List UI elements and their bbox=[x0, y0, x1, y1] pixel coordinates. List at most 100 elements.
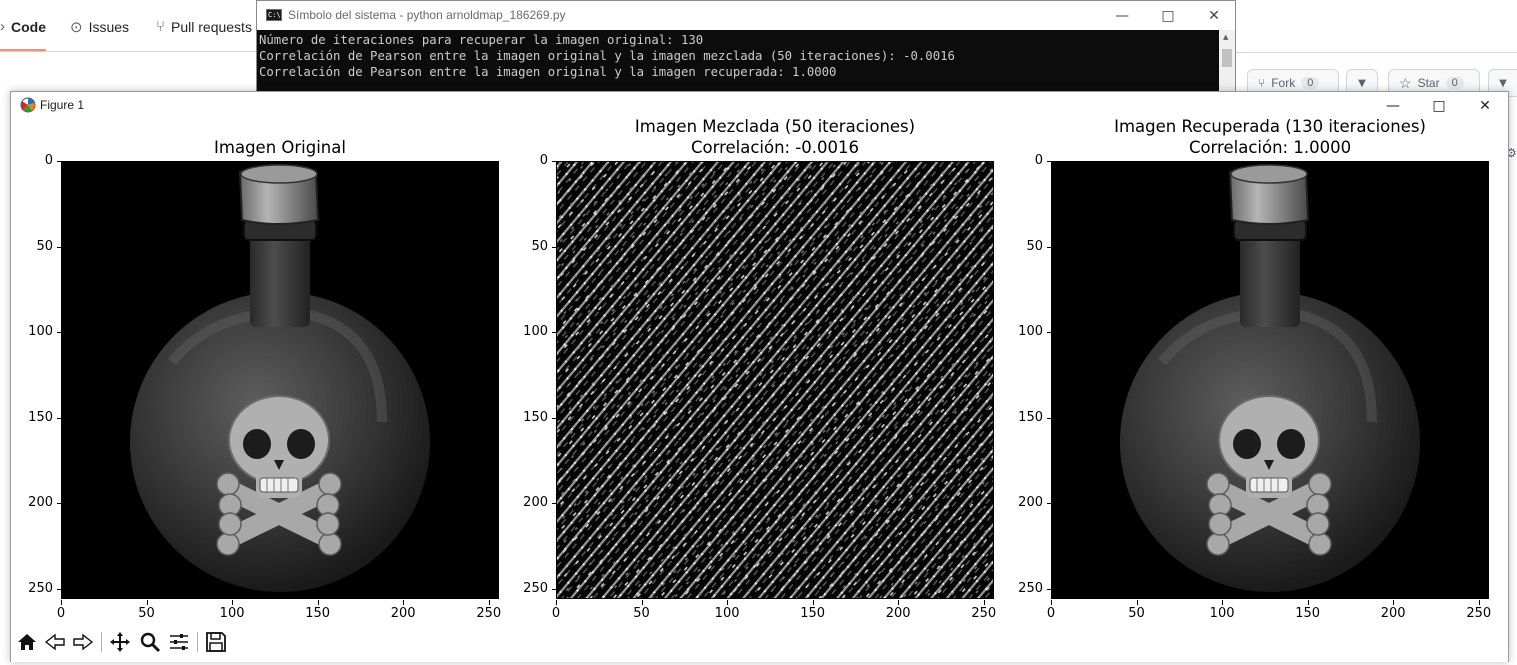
figure-window-controls: — □ ✕ bbox=[1370, 92, 1508, 119]
y-tick-mark bbox=[552, 417, 557, 419]
x-tick-label: 150 bbox=[305, 606, 331, 621]
minimize-icon: — bbox=[1386, 97, 1400, 114]
issue-icon: ⊙ bbox=[70, 19, 83, 36]
x-tick-label: 200 bbox=[885, 606, 911, 621]
y-tick-mark bbox=[552, 161, 557, 162]
tab-pull-requests[interactable]: ⑂ Pull requests bbox=[156, 18, 252, 35]
console-output[interactable]: Número de iteraciones para recuperar la … bbox=[257, 30, 1219, 93]
x-tick-label: 150 bbox=[1295, 606, 1321, 621]
y-tick-label: 50 bbox=[531, 238, 548, 254]
y-tick-mark bbox=[57, 503, 62, 505]
y-tick-mark bbox=[1047, 417, 1052, 419]
cmd-icon: C:\ bbox=[266, 9, 282, 21]
star-label: Star bbox=[1417, 76, 1440, 90]
console-window[interactable]: C:\ Símbolo del sistema - python arnoldm… bbox=[256, 0, 1236, 94]
star-icon: ☆ bbox=[1399, 74, 1412, 91]
x-tick-label: 250 bbox=[971, 606, 997, 621]
y-tick-mark bbox=[1047, 332, 1052, 334]
matplotlib-icon bbox=[20, 97, 36, 113]
move-icon bbox=[110, 632, 130, 652]
x-tick-mark bbox=[61, 600, 62, 605]
x-tick-mark bbox=[1136, 600, 1138, 605]
y-tick-mark bbox=[57, 417, 62, 419]
active-tab-indicator bbox=[0, 49, 46, 51]
y-tick-mark bbox=[1047, 503, 1052, 505]
figure-title: Figure 1 bbox=[40, 98, 85, 112]
console-scrollbar[interactable]: ▲ bbox=[1219, 30, 1235, 93]
y-tick-mark bbox=[552, 332, 557, 334]
y-tick-mark bbox=[57, 246, 62, 248]
y-tick-mark bbox=[552, 246, 557, 248]
x-tick-mark bbox=[1222, 600, 1224, 605]
pull-request-icon: ⑂ bbox=[156, 18, 166, 35]
save-button[interactable] bbox=[204, 630, 228, 654]
minimize-button[interactable]: — bbox=[1099, 1, 1145, 30]
x-tick-label: 200 bbox=[1380, 606, 1406, 621]
tab-issues[interactable]: ⊙ Issues bbox=[70, 18, 129, 36]
y-tick-label: 200 bbox=[1018, 495, 1043, 511]
x-tick-label: 100 bbox=[714, 606, 740, 621]
maximize-icon: □ bbox=[1432, 97, 1446, 114]
close-button[interactable]: ✕ bbox=[1462, 92, 1508, 119]
fork-icon: ⑂ bbox=[1258, 76, 1266, 90]
star-count: 0 bbox=[1445, 77, 1464, 89]
x-tick-mark bbox=[641, 600, 643, 605]
console-line: Número de iteraciones para recuperar la … bbox=[259, 33, 704, 47]
close-button[interactable]: ✕ bbox=[1191, 1, 1237, 30]
toolbar-separator bbox=[197, 632, 198, 652]
y-tick-mark bbox=[552, 588, 557, 590]
y-tick-mark bbox=[1047, 588, 1052, 590]
back-button[interactable] bbox=[43, 630, 67, 654]
x-tick-mark bbox=[1478, 600, 1480, 605]
y-tick-mark bbox=[1047, 246, 1052, 248]
x-tick-label: 0 bbox=[1046, 606, 1056, 621]
x-tick-mark bbox=[1393, 600, 1395, 605]
minimize-button[interactable]: — bbox=[1370, 92, 1416, 119]
x-tick-label: 50 bbox=[1128, 606, 1145, 621]
y-tick-mark bbox=[552, 503, 557, 505]
y-tick-mark bbox=[57, 332, 62, 334]
scroll-up-icon[interactable]: ▲ bbox=[1223, 33, 1228, 41]
console-title: Símbolo del sistema - python arnoldmap_1… bbox=[288, 8, 566, 22]
console-titlebar[interactable]: C:\ Símbolo del sistema - python arnoldm… bbox=[257, 1, 1235, 30]
toolbar-separator bbox=[101, 632, 102, 652]
tab-pull-requests-label: Pull requests bbox=[171, 18, 252, 35]
x-tick-label: 100 bbox=[1209, 606, 1235, 621]
x-tick-label: 250 bbox=[1466, 606, 1492, 621]
x-tick-label: 50 bbox=[138, 606, 155, 621]
poison-bottle-illustration bbox=[62, 162, 498, 598]
y-tick-label: 0 bbox=[44, 153, 53, 168]
figure-window[interactable]: Figure 1 — □ ✕ Imagen Original Imagen Me… bbox=[10, 91, 1509, 662]
y-tick-label: 100 bbox=[1018, 324, 1043, 340]
panel-subtitle: Correlación: 1.0000 bbox=[1188, 138, 1352, 157]
y-tick-label: 100 bbox=[28, 324, 53, 340]
scrollbar-thumb[interactable] bbox=[1222, 49, 1232, 67]
tab-issues-label: Issues bbox=[88, 19, 130, 35]
maximize-button[interactable]: □ bbox=[1145, 1, 1191, 30]
y-tick-label: 150 bbox=[523, 409, 548, 425]
panel-title: Imagen Original bbox=[214, 138, 346, 157]
x-tick-mark bbox=[403, 600, 405, 605]
x-tick-label: 150 bbox=[800, 606, 826, 621]
maximize-icon: □ bbox=[1161, 7, 1175, 24]
pan-button[interactable] bbox=[108, 630, 132, 654]
fork-label: Fork bbox=[1271, 76, 1296, 90]
x-tick-mark bbox=[1307, 600, 1309, 605]
y-tick-label: 150 bbox=[1018, 409, 1043, 425]
forward-button[interactable] bbox=[71, 630, 95, 654]
x-tick-label: 200 bbox=[390, 606, 416, 621]
x-tick-label: 50 bbox=[633, 606, 650, 621]
close-icon: ✕ bbox=[1208, 7, 1220, 24]
figure-titlebar[interactable]: Figure 1 — □ ✕ bbox=[11, 92, 1508, 119]
x-tick-mark bbox=[146, 600, 148, 605]
y-tick-label: 50 bbox=[36, 238, 53, 254]
arrow-left-icon bbox=[44, 633, 65, 651]
maximize-button[interactable]: □ bbox=[1416, 92, 1462, 119]
home-button[interactable] bbox=[15, 630, 39, 654]
repo-tabs: › Code ⊙ Issues ⑂ Pull requests bbox=[0, 0, 260, 52]
x-tick-mark bbox=[556, 600, 557, 605]
configure-subplots-button[interactable] bbox=[167, 630, 191, 654]
zoom-button[interactable] bbox=[138, 630, 162, 654]
tab-code[interactable]: › Code bbox=[0, 18, 46, 51]
sliders-icon bbox=[170, 634, 188, 650]
